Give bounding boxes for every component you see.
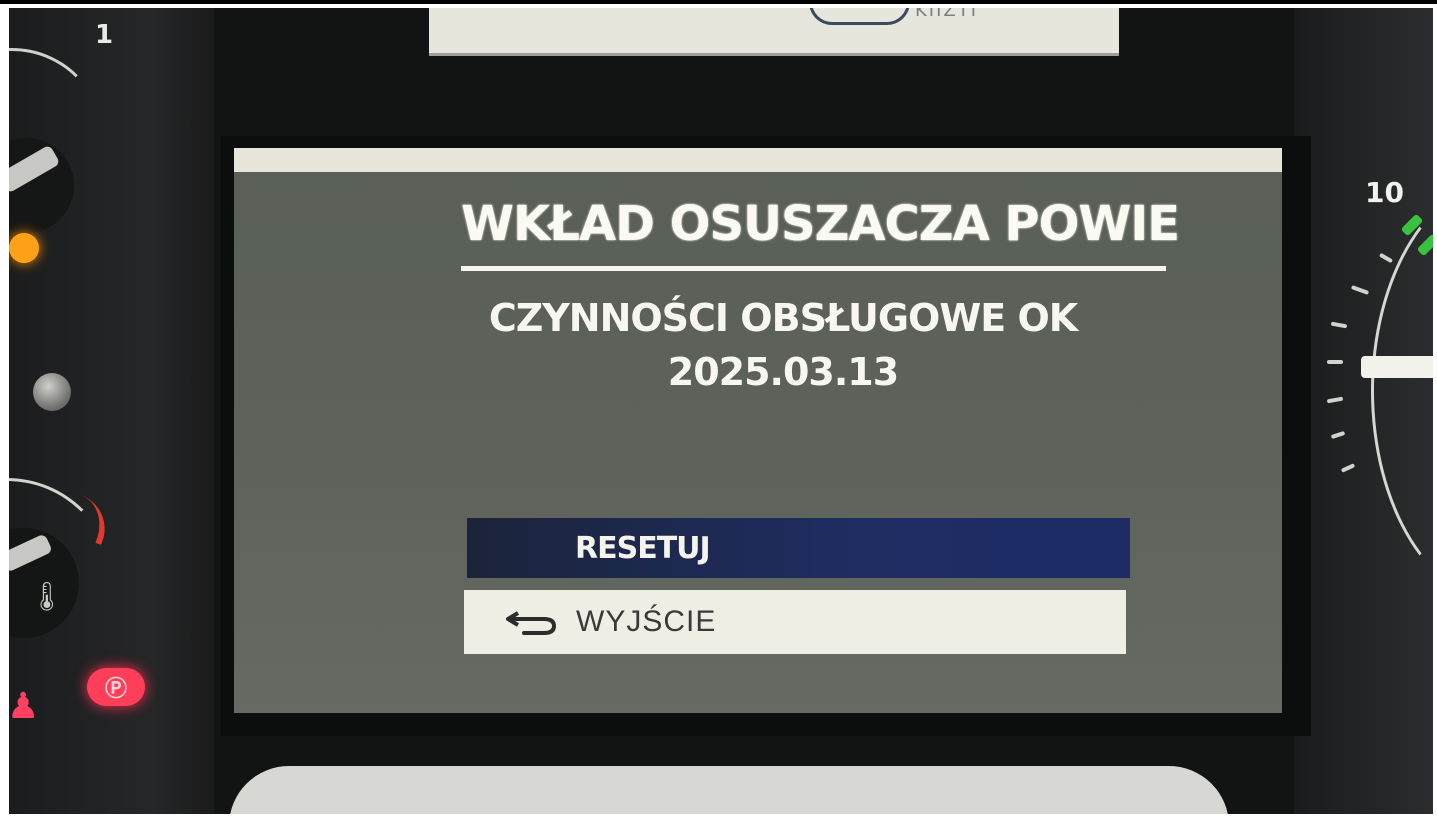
- exit-menu-item[interactable]: WYJŚCIE: [464, 590, 1126, 654]
- back-arrow-icon: [504, 607, 558, 637]
- seatbelt-warning-icon: ♟: [9, 686, 40, 727]
- instrument-cluster: KIIZTI 1 🌡 Ⓟ ♟ 10 WKŁAD OSUSZACZA POWIE …: [9, 8, 1433, 814]
- title-divider: [461, 266, 1166, 271]
- upper-display-strip: KIIZTI: [429, 8, 1119, 56]
- page-title: WKŁAD OSUSZACZA POWIE: [461, 196, 1180, 252]
- parking-brake-icon: Ⓟ: [87, 668, 145, 706]
- brand-oval-icon: [809, 8, 910, 25]
- reset-menu-item[interactable]: RESETUJ: [467, 518, 1130, 578]
- top-border: [0, 0, 1437, 4]
- dashboard-lower-trim: [229, 766, 1229, 814]
- service-date-text: 2025.03.13: [667, 350, 899, 394]
- upper-display-text: KIIZTI: [915, 8, 979, 21]
- reset-menu-label: RESETUJ: [575, 530, 711, 566]
- coolant-temperature-icon: 🌡: [29, 580, 65, 613]
- service-status-text: CZYNNOŚCI OBSŁUGOWE OK: [488, 296, 1078, 340]
- indicator-stud: [33, 373, 71, 411]
- exit-menu-label: WYJŚCIE: [576, 605, 717, 638]
- tachometer-tick: [1327, 360, 1343, 364]
- warning-lamp-icon: [9, 233, 39, 263]
- central-display: WKŁAD OSUSZACZA POWIE CZYNNOŚCI OBSŁUGOW…: [234, 148, 1282, 713]
- tachometer-number: 10: [1365, 176, 1404, 209]
- left-gauge-panel: 1 🌡 Ⓟ ♟: [9, 8, 214, 814]
- tachometer-needle: [1361, 356, 1433, 378]
- display-header-bar: [234, 148, 1282, 172]
- fuel-gauge-number: 1: [95, 20, 114, 50]
